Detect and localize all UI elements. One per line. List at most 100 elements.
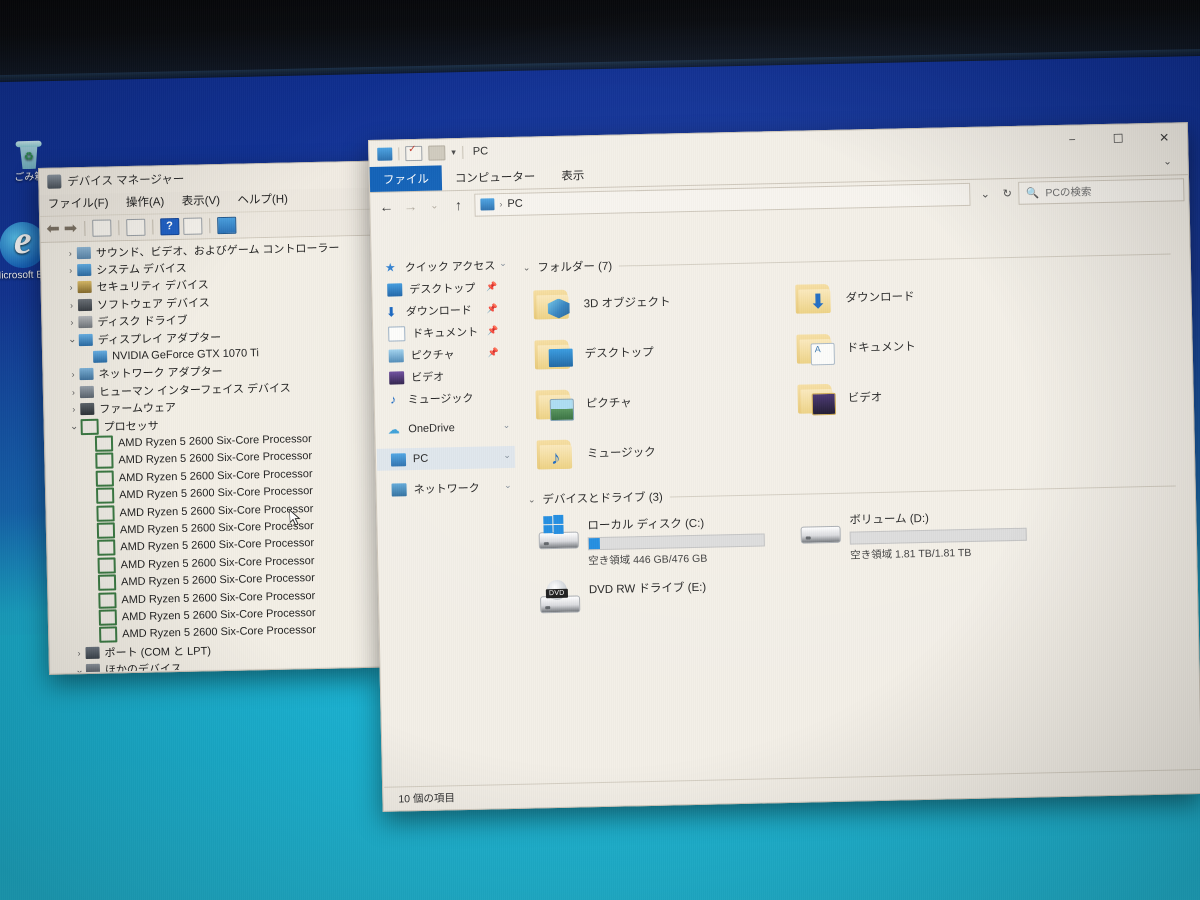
nav-item-デスクトップ[interactable]: デスクトップ 📌 xyxy=(373,276,511,301)
chevron-down-icon[interactable]: ⌄ xyxy=(68,421,81,432)
minimize-button[interactable]: − xyxy=(1049,125,1096,153)
up-button[interactable]: ↑ xyxy=(446,197,470,214)
chevron-down-icon[interactable]: ▾ xyxy=(451,147,456,158)
device-tree-label: ディスプレイ アダプター xyxy=(97,331,222,347)
chevron-down-icon[interactable]: ⌄ xyxy=(503,450,511,461)
search-input[interactable]: 🔍 PCの検索 xyxy=(1018,177,1185,205)
window-controls[interactable]: − ☐ ✕ xyxy=(1049,123,1188,153)
group-divider xyxy=(669,484,1176,498)
chevron-down-icon[interactable]: ⌄ xyxy=(73,665,86,673)
folder-tile[interactable]: ビデオ xyxy=(783,368,1046,424)
item-count: 10 個の項目 xyxy=(398,791,456,805)
scan-hardware-icon[interactable] xyxy=(216,216,237,235)
net-device-icon xyxy=(79,368,94,381)
arrow-emblem-icon: ⬇ xyxy=(809,290,827,313)
pin-icon[interactable]: 📌 xyxy=(486,281,497,292)
drive-tile[interactable]: DVD DVD RW ドライブ (E:) xyxy=(526,570,789,640)
pc-icon[interactable] xyxy=(377,146,393,161)
folder-tile-label: 3D オブジェクト xyxy=(583,296,671,311)
drive-tile[interactable]: ボリューム (D:) 空き領域 1.81 TB/1.81 TB xyxy=(786,500,1049,570)
refresh-icon[interactable]: ↻ xyxy=(996,186,1018,199)
folder-tile[interactable]: ⬇ ダウンロード xyxy=(781,268,1044,324)
close-button[interactable]: ✕ xyxy=(1141,123,1188,151)
tab-view[interactable]: 表示 xyxy=(548,162,598,188)
folder-tile-label: デスクトップ xyxy=(584,346,654,361)
film-emblem-icon xyxy=(811,392,837,415)
folder-tile[interactable]: ピクチャ xyxy=(521,374,784,430)
nav-item-ドキュメント[interactable]: ドキュメント 📌 xyxy=(374,320,512,345)
address-dropdown-icon[interactable]: ⌄ xyxy=(974,187,996,200)
drive-tile[interactable]: ローカル ディスク (C:) 空き領域 446 GB/476 GB xyxy=(524,506,787,576)
chevron-down-icon[interactable]: ⌄ xyxy=(528,494,536,505)
file-explorer-window[interactable]: ▾ PC − ☐ ✕ ファイル コンピューター 表示 ⌄ ← → ⌄ ↑ xyxy=(368,122,1200,812)
device-manager-window[interactable]: デバイス マネージャー ファイル(F) 操作(A) 表示(V) ヘルプ(H) ⬅… xyxy=(38,160,381,675)
chevron-right-icon[interactable]: › xyxy=(65,283,78,293)
soft-device-icon xyxy=(77,298,93,312)
chevron-right-icon[interactable]: › xyxy=(66,370,79,380)
chevron-right-icon[interactable]: › xyxy=(64,265,77,275)
navigation-pane[interactable]: ★ クイック アクセス ⌄ デスクトップ 📌 ⬇ ダウンロード 📌 ドキュメント 📌 ピクチャ 📌 ビデ… xyxy=(372,246,522,788)
dl-icon: ⬇ xyxy=(385,303,397,320)
port-device-icon xyxy=(85,646,100,659)
drive-name: ローカル ディスク (C:) xyxy=(587,517,705,533)
folder-tile[interactable]: ドキュメント xyxy=(782,318,1045,374)
folder-tile[interactable]: ♪ ミュージック xyxy=(522,424,785,480)
chevron-down-icon[interactable]: ⌄ xyxy=(66,334,79,345)
menu-help[interactable]: ヘルプ(H) xyxy=(237,190,288,212)
nav-item-ピクチャ[interactable]: ピクチャ 📌 xyxy=(374,342,512,367)
chevron-right-icon[interactable]: › xyxy=(65,300,78,310)
netw-icon xyxy=(391,482,407,497)
chevron-right-icon[interactable]: › xyxy=(65,317,78,328)
pin-icon[interactable]: 📌 xyxy=(487,347,498,358)
folder-tile-list[interactable]: 3D オブジェクト ⬇ ダウンロードデスクトップ ドキュメントピクチャ ビデオ ♪ ミュージ… xyxy=(519,265,1193,480)
folder-tile[interactable]: デスクトップ xyxy=(520,324,783,380)
recent-locations-button[interactable]: ⌄ xyxy=(422,200,446,212)
back-button[interactable]: ← xyxy=(374,198,398,215)
pin-icon[interactable]: 📌 xyxy=(486,303,497,314)
cpu-device-icon xyxy=(95,452,114,470)
new-folder-icon[interactable] xyxy=(428,144,446,161)
nav-item-ミュージック[interactable]: ♪ ミュージック xyxy=(375,386,513,411)
breadcrumb-item-pc[interactable]: PC xyxy=(507,198,523,210)
tab-computer[interactable]: コンピューター xyxy=(442,163,549,190)
nav-item-クイック アクセス[interactable]: ★ クイック アクセス ⌄ xyxy=(373,254,511,279)
properties-icon[interactable] xyxy=(91,219,112,237)
forward-button[interactable]: → xyxy=(398,198,422,215)
chevron-down-icon[interactable]: ⌄ xyxy=(499,258,507,269)
folder-icon xyxy=(535,387,576,421)
chevron-right-icon[interactable]: › xyxy=(67,404,80,414)
ribbon-expand-icon[interactable]: ⌄ xyxy=(1163,156,1172,167)
nav-item-PC[interactable]: PC ⌄ xyxy=(376,445,516,471)
chevron-down-icon[interactable]: ⌄ xyxy=(503,420,511,431)
ribbon-right-controls[interactable]: ⌄ xyxy=(1163,149,1188,175)
device-tree[interactable]: › サウンド、ビデオ、およびゲーム コントローラー › システム デバイス › セキュリテ… xyxy=(41,235,379,673)
nav-item-ビデオ[interactable]: ビデオ xyxy=(375,364,513,389)
pin-icon[interactable]: 📌 xyxy=(487,325,498,336)
back-arrow-icon[interactable]: ⬅ xyxy=(46,220,60,237)
nav-item-label: ビデオ xyxy=(411,371,445,385)
menu-view[interactable]: 表示(V) xyxy=(181,191,221,213)
list-icon[interactable] xyxy=(125,218,146,237)
chevron-right-icon[interactable]: › xyxy=(67,387,80,397)
chevron-right-icon[interactable]: › xyxy=(72,648,85,658)
nav-item-OneDrive[interactable]: ☁ OneDrive ⌄ xyxy=(376,416,514,441)
forward-arrow-icon[interactable]: ➡ xyxy=(64,220,78,237)
device-tree-label: NVIDIA GeForce GTX 1070 Ti xyxy=(111,347,259,363)
content-pane[interactable]: ⌄ フォルダー (7) 3D オブジェクト ⬇ ダウンロードデスクトップ ドキュメント… xyxy=(510,231,1200,785)
device-tree-label: ファームウェア xyxy=(99,402,177,416)
menu-action[interactable]: 操作(A) xyxy=(126,192,165,214)
maximize-button[interactable]: ☐ xyxy=(1095,124,1142,152)
nav-item-ネットワーク[interactable]: ネットワーク ⌄ xyxy=(377,476,515,501)
help-icon[interactable]: ? xyxy=(159,217,180,236)
folder-icon xyxy=(796,331,837,365)
tab-file[interactable]: ファイル xyxy=(369,165,443,192)
folder-tile[interactable]: 3D オブジェクト xyxy=(519,274,782,330)
menu-file[interactable]: ファイル(F) xyxy=(48,193,109,215)
nav-item-ダウンロード[interactable]: ⬇ ダウンロード 📌 xyxy=(374,298,512,323)
properties-icon[interactable] xyxy=(405,145,423,161)
chevron-down-icon[interactable]: ⌄ xyxy=(504,480,512,491)
chevron-down-icon[interactable]: ⌄ xyxy=(523,262,531,273)
update-driver-icon[interactable] xyxy=(182,217,203,235)
drive-tile-list[interactable]: ローカル ディスク (C:) 空き領域 446 GB/476 GB ボリューム (D… xyxy=(524,497,1197,640)
chevron-right-icon[interactable]: › xyxy=(64,248,77,258)
